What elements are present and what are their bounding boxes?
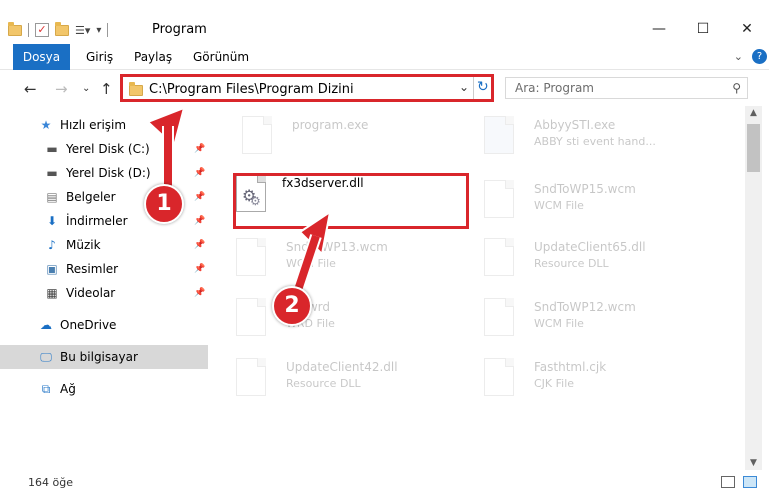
step-2-badge: 2 [272, 286, 312, 326]
annotation-arrows [146, 106, 332, 298]
step-1-badge: 1 [144, 184, 184, 224]
